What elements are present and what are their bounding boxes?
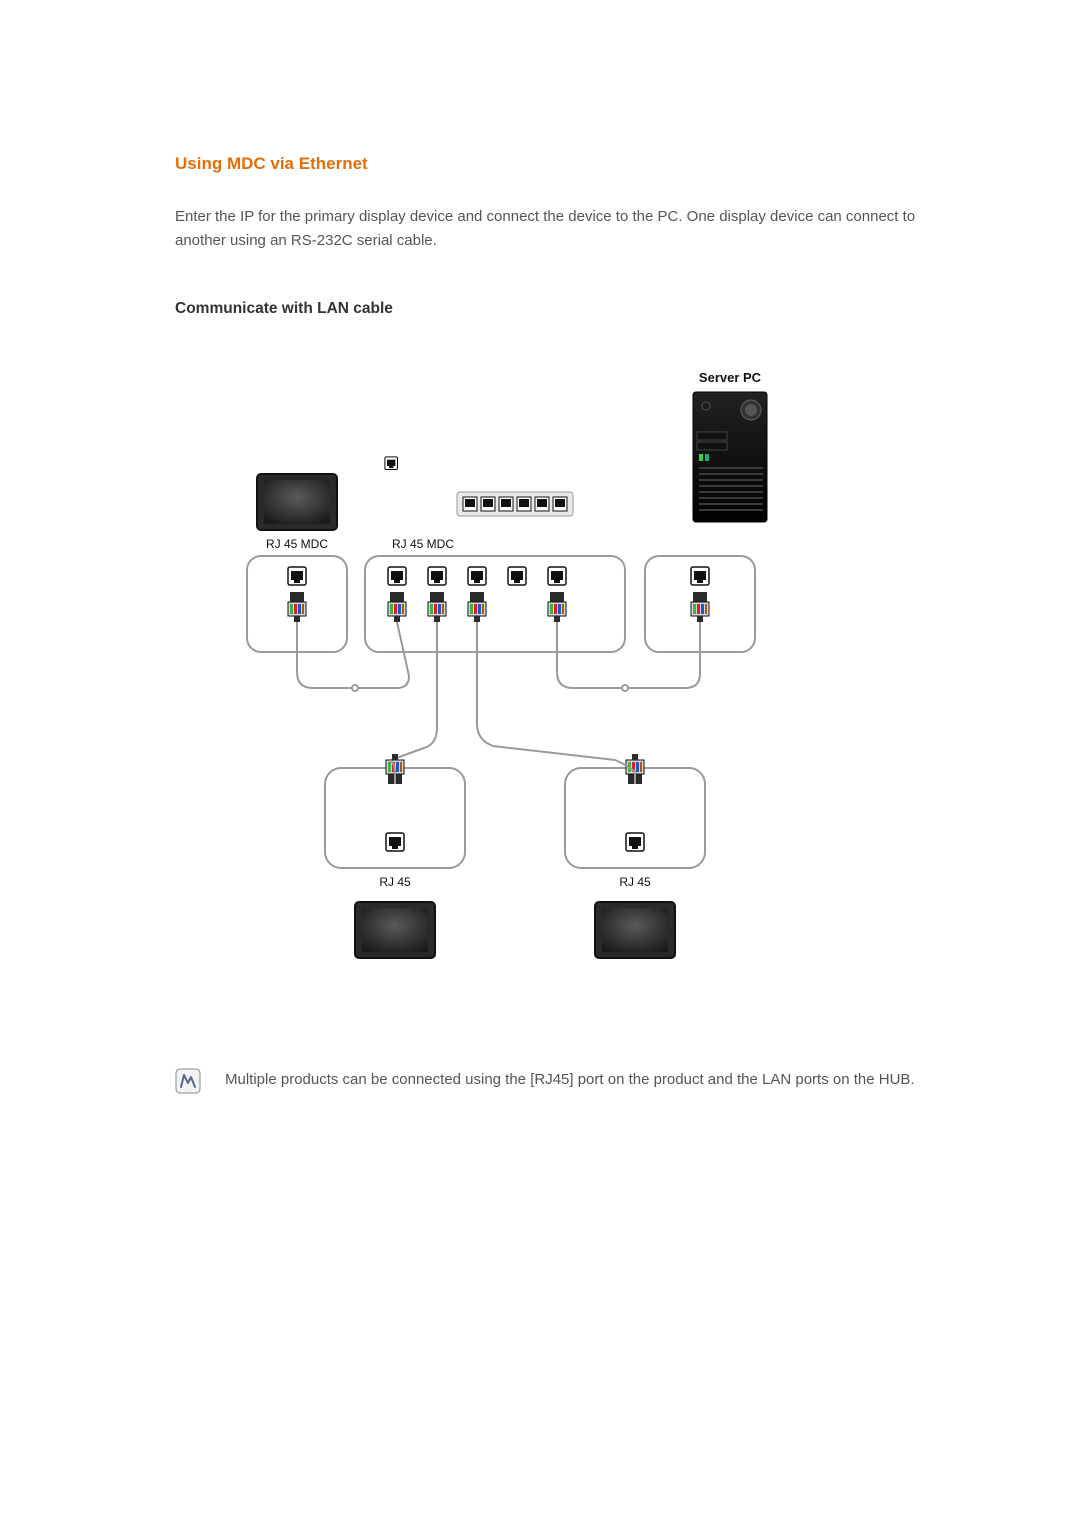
rj45-port-icon	[691, 567, 709, 585]
monitor-icon	[355, 902, 435, 958]
rj45-plug-icon	[388, 592, 566, 622]
server-pc-label: Server PC	[699, 370, 762, 385]
monitor-icon	[257, 474, 337, 530]
rj45-mdc-mid-label: RJ 45 MDC	[392, 537, 454, 551]
monitor-icon	[595, 902, 675, 958]
note-icon	[175, 1068, 201, 1094]
rj45-bottom-left-label: RJ 45	[379, 875, 411, 889]
cable-path	[297, 622, 700, 760]
rj45-port-icon	[386, 833, 404, 851]
rj45-plug-icon	[288, 592, 306, 622]
rj45-port-icon	[626, 833, 644, 851]
rj45-port-icon	[388, 567, 566, 585]
hub-icon	[385, 457, 573, 516]
rj45-bottom-right-label: RJ 45	[619, 875, 651, 889]
server-pc-icon	[693, 392, 767, 522]
rj45-mdc-left-label: RJ 45 MDC	[266, 537, 328, 551]
rj45-port-icon	[288, 567, 306, 585]
rj45-plug-icon	[691, 592, 709, 622]
section-intro: Enter the IP for the primary display dev…	[175, 205, 960, 253]
section-subtitle: Communicate with LAN cable	[175, 297, 960, 322]
note-text: Multiple products can be connected using…	[225, 1068, 960, 1092]
section-title: Using MDC via Ethernet	[175, 150, 960, 177]
lan-diagram: Server PC	[205, 368, 805, 1008]
